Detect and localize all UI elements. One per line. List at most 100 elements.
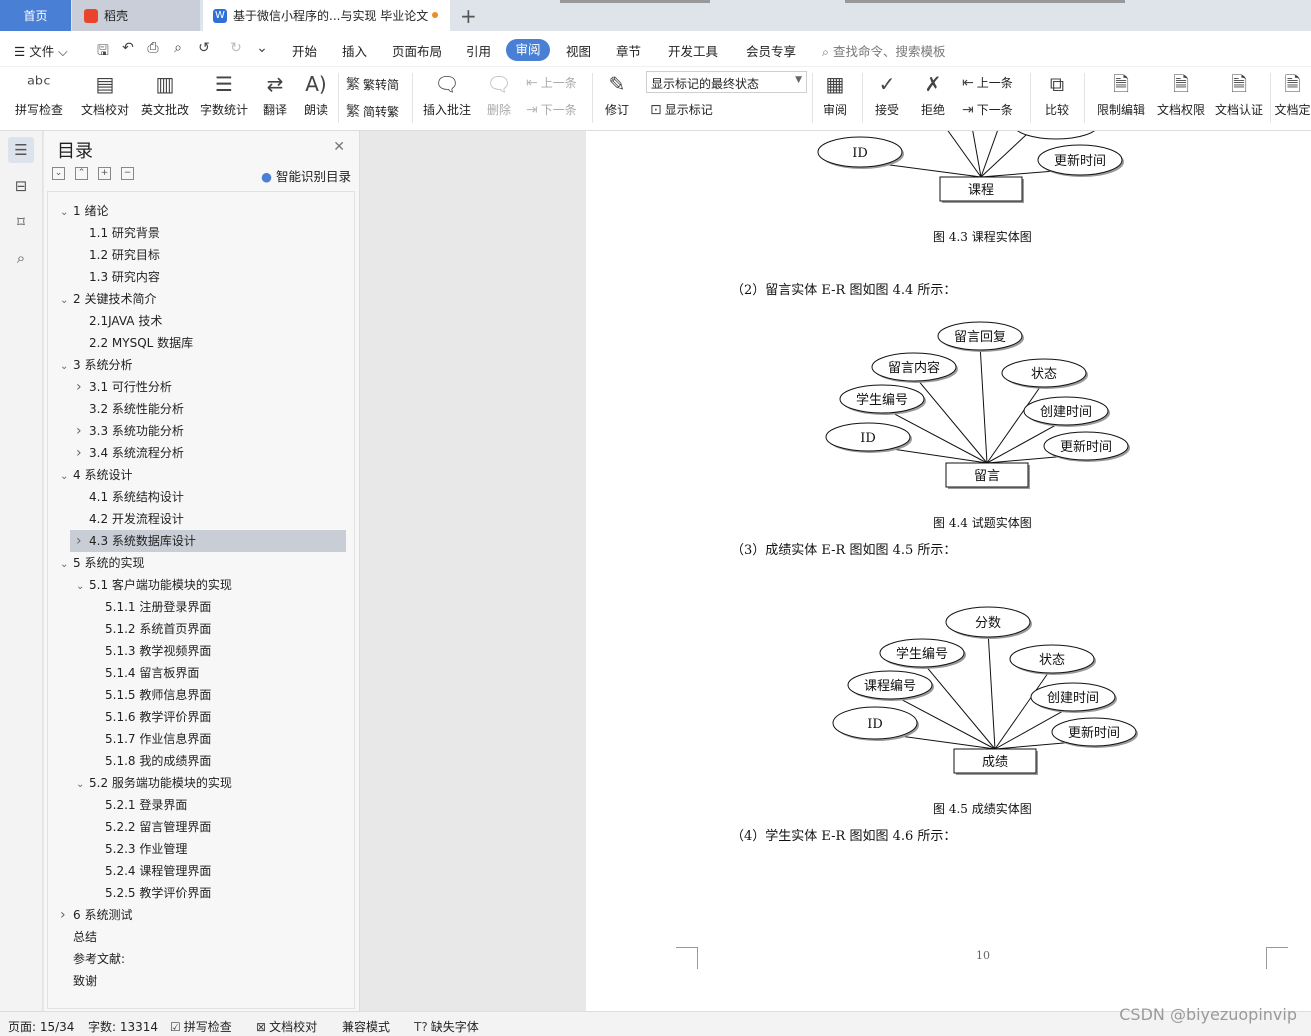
toc-item[interactable]: › 6 系统测试 <box>60 904 132 926</box>
chevron-down-icon[interactable]: ⌄ <box>60 356 73 378</box>
collapse-all-icon[interactable]: ⌄ <box>52 167 65 180</box>
prev-comment-button[interactable]: ⇤ 上一条 <box>526 74 577 91</box>
redo-icon[interactable]: ↻ <box>228 40 244 56</box>
trad-to-simp-button[interactable]: 繁繁转简 <box>346 74 399 94</box>
toc-item[interactable]: 总结 <box>60 926 97 948</box>
toc-item[interactable]: ⌄ 5.1 客户端功能模块的实现 <box>76 574 232 596</box>
toc-item[interactable]: 5.2.4 课程管理界面 <box>92 860 211 882</box>
chevron-right-icon[interactable]: › <box>60 904 73 926</box>
chevron-right-icon[interactable]: › <box>76 442 89 464</box>
chapter-nav-icon[interactable]: ⊟ <box>8 173 34 199</box>
undo-icon[interactable]: ↺ <box>196 40 212 56</box>
toc-item[interactable]: 参考文献: <box>60 948 125 970</box>
undo-format-icon[interactable]: ↶ <box>120 40 136 56</box>
search-icon[interactable]: ⌕ <box>8 245 34 271</box>
compare-button[interactable]: ⧉ 比较 <box>1036 71 1078 118</box>
chevron-down-icon[interactable]: ⌄ <box>60 554 73 576</box>
toc-item[interactable]: ⌄ 5 系统的实现 <box>60 552 144 574</box>
chevron-right-icon[interactable]: › <box>76 420 89 442</box>
toc-item[interactable]: 5.2.1 登录界面 <box>92 794 187 816</box>
file-menu[interactable]: ☰ 文件 ⌵ <box>14 41 68 60</box>
more-icon[interactable]: ⌄ <box>254 40 270 56</box>
doc-proof-button[interactable]: ▤ 文档校对 <box>78 71 132 118</box>
toc-item[interactable]: 5.2.3 作业管理 <box>92 838 187 860</box>
next-comment-button[interactable]: ⇥ 下一条 <box>526 101 577 118</box>
word-count-button[interactable]: ☰ 字数统计 <box>197 71 251 118</box>
toc-item[interactable]: ⌄ 2 关键技术简介 <box>60 288 156 310</box>
chevron-down-icon[interactable]: ⌄ <box>60 202 73 224</box>
toc-item[interactable]: 5.1.2 系统首页界面 <box>92 618 211 640</box>
english-review-button[interactable]: ▥ 英文批改 <box>138 71 192 118</box>
page-indicator[interactable]: 页面: 15/34 <box>8 1018 74 1035</box>
toc-item[interactable]: 5.1.6 教学评价界面 <box>92 706 211 728</box>
remove-level-icon[interactable]: − <box>121 167 134 180</box>
command-search[interactable]: ⌕ 查找命令、搜索模板 <box>822 41 946 60</box>
expand-up-icon[interactable]: ⌃ <box>75 167 88 180</box>
review-pane-button[interactable]: ▦ 审阅 <box>816 71 854 118</box>
chevron-right-icon[interactable]: › <box>76 376 89 398</box>
simp-to-trad-button[interactable]: 繁简转繁 <box>346 101 399 121</box>
status-doc-proof[interactable]: ⊠ 文档校对 <box>256 1018 317 1035</box>
toc-item[interactable]: › 3.1 可行性分析 <box>76 376 172 398</box>
toc-item[interactable]: 5.1.7 作业信息界面 <box>92 728 211 750</box>
toc-item[interactable]: ⌄ 1 绪论 <box>60 200 108 222</box>
toc-item[interactable]: 5.1.3 教学视频界面 <box>92 640 211 662</box>
tab-docer[interactable]: 稻壳 <box>72 0 200 31</box>
document-canvas[interactable]: ID 更新时间 课程 ID 学生编号 留言内容 留言回复 状态 创建时间 更新时间 留言 ID 课程编号… <box>361 131 1311 1011</box>
prev-change-button[interactable]: ⇤ 上一条 <box>962 74 1013 91</box>
delete-comment-button[interactable]: 🗨 删除 <box>480 71 518 118</box>
chevron-down-icon[interactable]: ⌄ <box>60 466 73 488</box>
menu-view[interactable]: 视图 <box>566 41 591 60</box>
missing-font-button[interactable]: T? 缺失字体 <box>414 1018 479 1035</box>
toc-item[interactable]: 1.1 研究背景 <box>76 222 160 244</box>
restrict-edit-button[interactable]: 🗎 限制编辑 <box>1094 71 1148 118</box>
toc-pane-icon[interactable]: ☰ <box>8 137 34 163</box>
toc-item[interactable]: 1.2 研究目标 <box>76 244 160 266</box>
chevron-down-icon[interactable]: ⌄ <box>76 576 89 598</box>
toc-item[interactable]: 5.2.5 教学评价界面 <box>92 882 211 904</box>
status-spell-check[interactable]: ☑ 拼写检查 <box>170 1018 232 1035</box>
new-tab-plus-icon[interactable]: + <box>460 4 477 28</box>
toc-item[interactable]: ⌄ 5.2 服务端功能模块的实现 <box>76 772 232 794</box>
toc-item[interactable]: 3.2 系统性能分析 <box>76 398 184 420</box>
markup-mode-select[interactable]: 显示标记的最终状态 ▼ <box>646 71 807 93</box>
accept-button[interactable]: ✓ 接受 <box>868 71 906 118</box>
menu-start[interactable]: 开始 <box>292 41 317 60</box>
toc-item[interactable]: 5.1.4 留言板界面 <box>92 662 199 684</box>
print-icon[interactable]: ⎙ <box>145 40 161 56</box>
toc-item[interactable]: 1.3 研究内容 <box>76 266 160 288</box>
toc-item[interactable]: ⌄ 4 系统设计 <box>60 464 132 486</box>
read-aloud-button[interactable]: A) 朗读 <box>298 71 334 118</box>
bookmark-icon[interactable]: ⌑ <box>8 209 34 235</box>
translate-button[interactable]: ⇄ 翻译 <box>256 71 294 118</box>
toc-item[interactable]: › 3.3 系统功能分析 <box>76 420 184 442</box>
toc-item[interactable]: ⌄ 3 系统分析 <box>60 354 132 376</box>
show-markup-button[interactable]: ⊡ 显示标记 <box>650 101 713 118</box>
doc-auth-button[interactable]: 🗎 文档认证 <box>1212 71 1266 118</box>
toc-item[interactable]: 4.1 系统结构设计 <box>76 486 184 508</box>
spell-check-button[interactable]: ᵃᵇᶜ 拼写检查 <box>10 71 68 118</box>
toc-item[interactable]: 5.1.1 注册登录界面 <box>92 596 211 618</box>
menu-insert[interactable]: 插入 <box>342 41 367 60</box>
toc-item[interactable]: 5.1.5 教师信息界面 <box>92 684 211 706</box>
menu-member[interactable]: 会员专享 <box>746 41 796 60</box>
insert-comment-button[interactable]: 🗨 插入批注 <box>420 71 474 118</box>
reject-button[interactable]: ✗ 拒绝 <box>914 71 952 118</box>
menu-devtools[interactable]: 开发工具 <box>668 41 718 60</box>
tab-document[interactable]: W 基于微信小程序的...与实现 毕业论文 <box>203 0 450 31</box>
toc-item[interactable]: 5.1.8 我的成绩界面 <box>92 750 211 772</box>
add-level-icon[interactable]: + <box>98 167 111 180</box>
word-count-indicator[interactable]: 字数: 13314 <box>88 1018 158 1035</box>
next-change-button[interactable]: ⇥ 下一条 <box>962 101 1013 118</box>
toc-item[interactable]: 4.2 开发流程设计 <box>76 508 184 530</box>
document-page[interactable]: ID 更新时间 课程 ID 学生编号 留言内容 留言回复 状态 创建时间 更新时间 留言 ID 课程编号… <box>586 131 1311 1011</box>
save-icon[interactable]: 🖫 <box>95 40 111 59</box>
smart-toc-button[interactable]: ● 智能识别目录 <box>261 166 351 185</box>
menu-layout[interactable]: 页面布局 <box>392 41 442 60</box>
print-preview-icon[interactable]: ⌕ <box>170 40 186 56</box>
doc-permission-button[interactable]: 🗎 文档权限 <box>1154 71 1208 118</box>
toc-item[interactable]: 致谢 <box>60 970 97 992</box>
chevron-right-icon[interactable]: › <box>76 530 89 552</box>
track-changes-button[interactable]: ✎ 修订 <box>598 71 636 118</box>
tab-home[interactable]: 首页 <box>0 0 71 31</box>
